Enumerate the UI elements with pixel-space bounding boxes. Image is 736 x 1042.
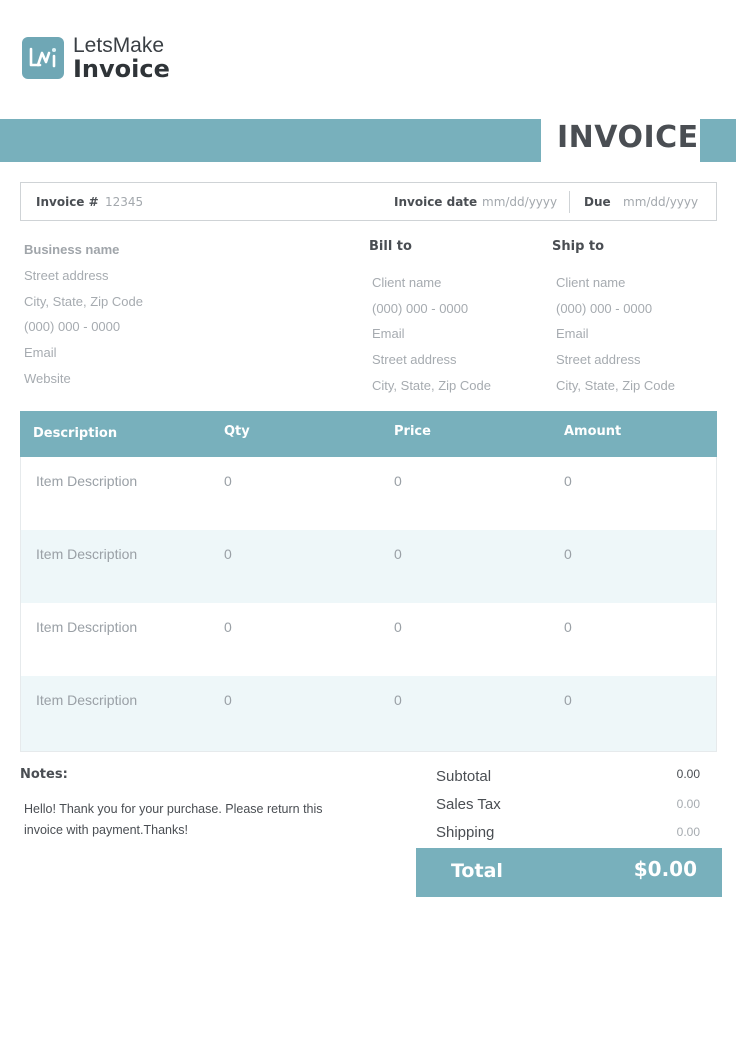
items-table-frame [20, 457, 717, 752]
business-street-field[interactable]: Street address [24, 268, 109, 283]
notes-field[interactable]: Hello! Thank you for your purchase. Plea… [24, 799, 354, 841]
business-phone-field[interactable]: (000) 000 - 0000 [24, 319, 120, 334]
column-header-description: Description [33, 426, 118, 441]
items-table-header: Description Qty Price Amount [20, 411, 717, 457]
ship-to-phone-field[interactable]: (000) 000 - 0000 [556, 301, 652, 316]
column-header-price: Price [394, 424, 431, 439]
ship-to-city-field[interactable]: City, State, Zip Code [556, 378, 675, 393]
bill-to-street-field[interactable]: Street address [372, 352, 457, 367]
ship-to-name-field[interactable]: Client name [556, 275, 625, 290]
brand-name-line1: LetsMake [73, 34, 165, 57]
brand-name-line2: Invoice [73, 55, 170, 83]
total-value: $0.00 [633, 857, 697, 881]
business-website-field[interactable]: Website [24, 371, 71, 386]
due-date-label: Due [584, 195, 611, 209]
ship-to-street-field[interactable]: Street address [556, 352, 641, 367]
business-city-field[interactable]: City, State, Zip Code [24, 294, 143, 309]
meta-divider [569, 191, 570, 213]
ship-to-heading: Ship to [552, 239, 605, 254]
invoice-meta-bar: Invoice # 12345 Invoice date mm/dd/yyyy … [20, 182, 717, 221]
ship-to-email-field[interactable]: Email [556, 326, 589, 341]
subtotal-value: 0.00 [676, 767, 700, 781]
shipping-field[interactable]: 0.00 [677, 825, 700, 839]
invoice-date-field[interactable]: mm/dd/yyyy [482, 195, 557, 209]
bill-to-heading: Bill to [369, 239, 412, 254]
business-email-field[interactable]: Email [24, 345, 57, 360]
column-header-amount: Amount [564, 424, 622, 439]
shipping-label: Shipping [436, 824, 495, 841]
sales-tax-field[interactable]: 0.00 [677, 797, 700, 811]
lmi-logo-icon [22, 37, 64, 79]
business-name-field[interactable]: Business name [24, 242, 119, 257]
total-bar: Total $0.00 [416, 848, 722, 897]
bill-to-phone-field[interactable]: (000) 000 - 0000 [372, 301, 468, 316]
invoice-date-label: Invoice date [394, 195, 478, 209]
title-banner-left [0, 119, 541, 162]
invoice-number-field[interactable]: 12345 [105, 195, 143, 209]
sales-tax-label: Sales Tax [436, 796, 501, 813]
title-banner-right [700, 119, 736, 162]
brand-logo: LetsMake Invoice [22, 35, 170, 81]
invoice-number-label: Invoice # [36, 195, 99, 209]
bill-to-city-field[interactable]: City, State, Zip Code [372, 378, 491, 393]
due-date-field[interactable]: mm/dd/yyyy [623, 195, 698, 209]
notes-heading: Notes: [20, 767, 68, 782]
total-label: Total [451, 860, 503, 882]
bill-to-name-field[interactable]: Client name [372, 275, 441, 290]
column-header-qty: Qty [224, 424, 250, 439]
page-title: INVOICE [557, 120, 699, 155]
subtotal-label: Subtotal [436, 768, 492, 785]
bill-to-email-field[interactable]: Email [372, 326, 405, 341]
